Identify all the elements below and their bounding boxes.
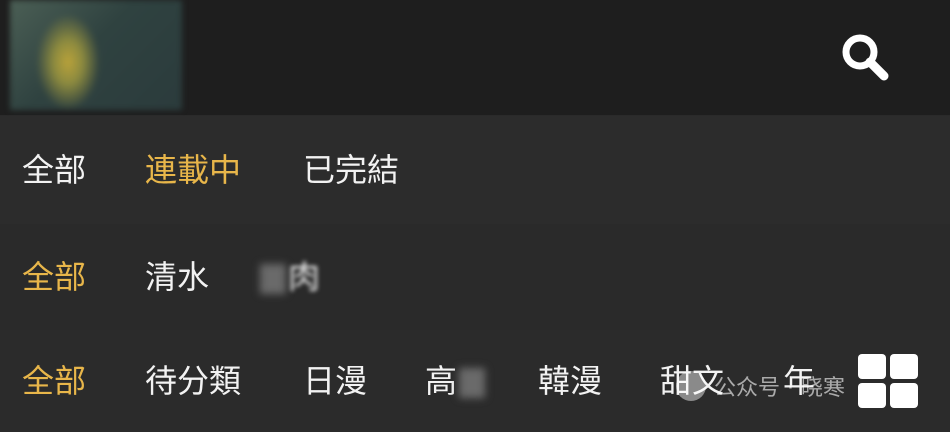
filter-genre-unclassified[interactable]: 待分類 xyxy=(145,361,241,401)
filter-type-mature-label: 肉 xyxy=(288,258,321,296)
filter-status-all[interactable]: 全部 xyxy=(22,150,86,190)
filter-genre-high[interactable]: 高 xyxy=(425,361,487,401)
app-logo[interactable] xyxy=(10,0,182,110)
top-bar xyxy=(0,0,950,115)
censored-text xyxy=(459,368,486,398)
search-icon[interactable] xyxy=(838,30,894,86)
filter-type-mature[interactable]: 肉 xyxy=(258,257,320,297)
filter-genre-japanese-manga[interactable]: 日漫 xyxy=(303,361,367,401)
grid-view-icon[interactable] xyxy=(858,354,920,410)
watermark-logo xyxy=(676,371,706,401)
filter-genre-high-label: 高 xyxy=(425,362,458,400)
filter-type-all[interactable]: 全部 xyxy=(22,257,86,297)
filter-genre-all[interactable]: 全部 xyxy=(22,361,86,401)
filter-type-clean[interactable]: 清水 xyxy=(145,257,209,297)
type-filter-row: 全部 清水 肉 xyxy=(0,224,950,330)
filter-status-completed[interactable]: 已完結 xyxy=(303,150,399,190)
genre-filter-row: 全部 待分類 日漫 高 韓漫 甜文 年 公众号 · 晓寒 xyxy=(0,330,950,432)
censored-text xyxy=(260,264,286,294)
watermark-text: 公众号 · 晓寒 xyxy=(714,376,845,401)
status-filter-row: 全部 連載中 已完結 xyxy=(0,116,950,224)
filter-status-ongoing[interactable]: 連載中 xyxy=(145,150,241,190)
filter-genre-korean-manga[interactable]: 韓漫 xyxy=(538,361,602,401)
watermark: 公众号 · 晓寒 xyxy=(676,366,845,406)
